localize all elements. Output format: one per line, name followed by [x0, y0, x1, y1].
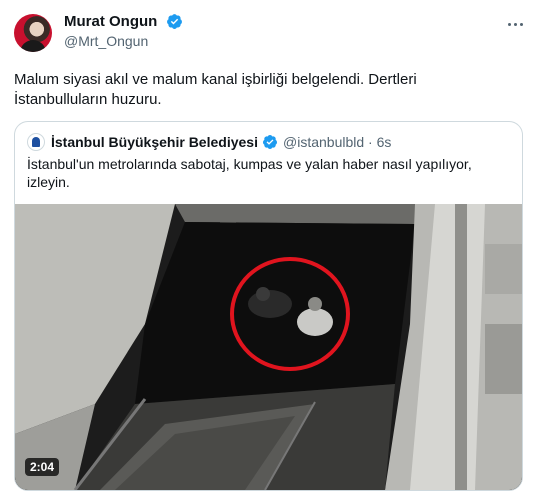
- author-handle[interactable]: @Mrt_Ongun: [64, 33, 148, 49]
- author-name[interactable]: Murat Ongun: [64, 13, 157, 30]
- author-avatar[interactable]: [14, 14, 52, 52]
- quoted-tweet[interactable]: İstanbul Büyükşehir Belediyesi @istanbul…: [14, 121, 523, 491]
- quoted-author-name[interactable]: İstanbul Büyükşehir Belediyesi: [51, 134, 258, 150]
- video-frame: [15, 204, 522, 490]
- tweet-text-line: Malum siyasi akıl ve malum kanal işbirli…: [14, 71, 417, 88]
- verified-badge-icon: [262, 135, 277, 149]
- quoted-text-line: İstanbul'un metrolarında sabotaj, kumpas…: [27, 156, 472, 172]
- tweet-text: Malum siyasi akıl ve malum kanal işbirli…: [14, 70, 520, 110]
- quoted-text: İstanbul'un metrolarında sabotaj, kumpas…: [27, 155, 497, 191]
- video-player[interactable]: 2:04: [15, 204, 522, 490]
- avatar-figure: [20, 40, 46, 52]
- quoted-text-line: izleyin.: [27, 174, 70, 190]
- verified-badge-icon: [167, 14, 182, 29]
- tweet-text-line: İstanbulluların huzuru.: [14, 91, 162, 108]
- more-options-icon[interactable]: [502, 14, 528, 34]
- ibb-logo-icon: [32, 137, 40, 147]
- quoted-avatar[interactable]: [27, 133, 45, 151]
- video-duration: 2:04: [25, 458, 60, 476]
- quoted-handle-time[interactable]: @istanbulbld · 6s: [283, 134, 391, 150]
